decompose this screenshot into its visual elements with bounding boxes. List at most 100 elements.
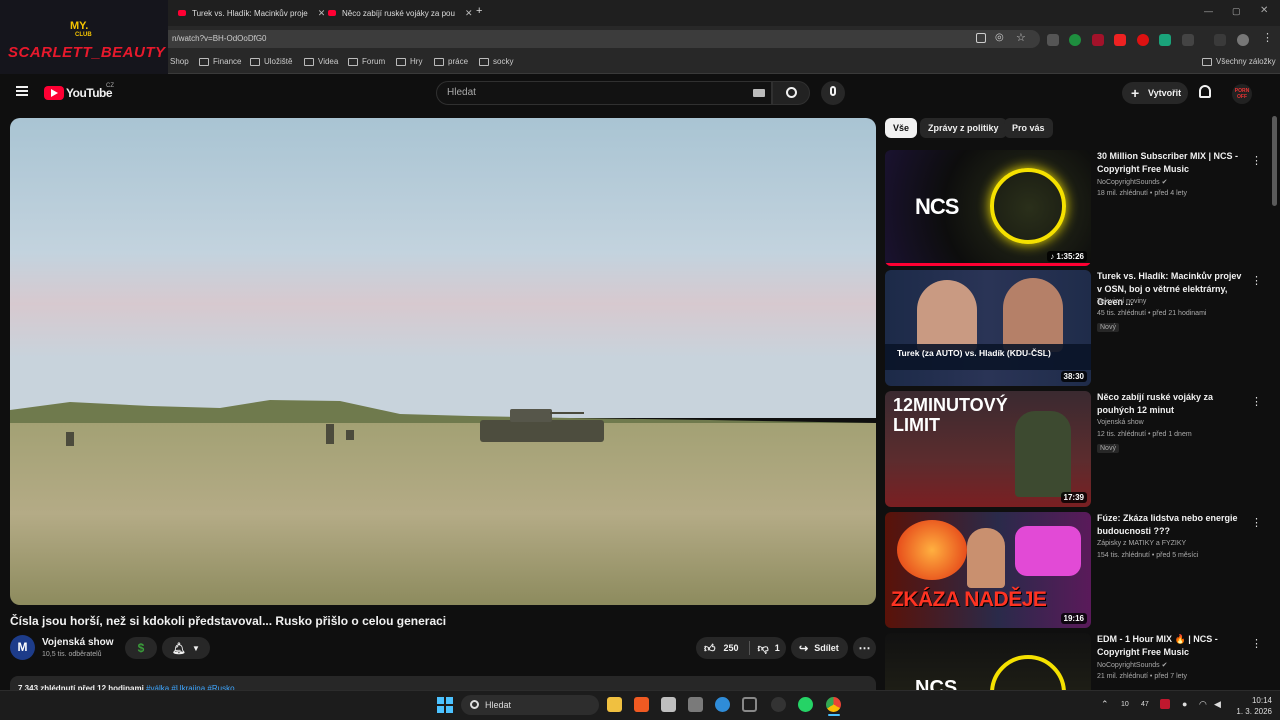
file-explorer-icon[interactable] (607, 697, 622, 712)
related-channel-name[interactable]: Vojenská show (1097, 419, 1144, 426)
microphone-icon[interactable]: ● (1182, 699, 1187, 709)
bookmark-finance[interactable]: Finance (199, 57, 241, 66)
channel-name[interactable]: Vojenská show (42, 637, 114, 648)
related-video[interactable]: ZKÁZA NADĚJE 19:16 Fúze: Zkáza lidstva n… (885, 512, 1270, 628)
like-icon[interactable]: 👍︎ (704, 642, 716, 655)
install-app-icon[interactable] (976, 33, 986, 43)
chrome-icon[interactable] (826, 697, 841, 712)
related-video-title[interactable]: EDM - 1 Hour MIX 🔥 | NCS - Copyright Fre… (1097, 633, 1247, 659)
subscribed-bell-button[interactable]: 🔔︎ ▼ (162, 637, 210, 659)
related-video[interactable]: NCS EDM - 1 Hour MIX 🔥 | NCS - Copyright… (885, 633, 1270, 690)
profile-avatar[interactable] (1237, 34, 1249, 46)
browser-tab[interactable]: Turek vs. Hladík: Macinkův proje ✕ (178, 4, 325, 22)
folder-icon (396, 57, 406, 66)
more-options-icon[interactable]: ⋮ (1251, 154, 1262, 167)
browser-menu-icon[interactable]: ⋮ (1262, 31, 1273, 44)
join-membership-button[interactable]: $ (125, 637, 157, 659)
minimize-icon[interactable]: — (1204, 6, 1213, 16)
extensions-puzzle-icon[interactable] (1182, 34, 1194, 46)
channel-avatar[interactable]: M (10, 635, 35, 660)
chip-for-you[interactable]: Pro vás (1004, 118, 1053, 138)
video-thumbnail[interactable]: ZKÁZA NADĚJE 19:16 (885, 512, 1091, 628)
bookmark-prace[interactable]: práce (434, 57, 468, 66)
app-icon[interactable] (688, 697, 703, 712)
close-tab-icon[interactable]: ✕ (465, 8, 473, 19)
volume-icon[interactable]: ◀ (1214, 699, 1221, 710)
new-tab-button[interactable]: + (476, 5, 482, 17)
extension-icon[interactable] (1092, 34, 1104, 46)
tray-app-icon[interactable] (1160, 699, 1170, 709)
more-options-icon[interactable]: ⋮ (1251, 637, 1262, 650)
youtube-logo-icon[interactable] (44, 86, 64, 100)
keyboard-icon[interactable] (753, 89, 765, 97)
brave-browser-icon[interactable] (634, 697, 649, 712)
more-actions-button[interactable]: ⋯ (853, 637, 876, 659)
bookmark-star-icon[interactable]: ☆ (1016, 31, 1026, 44)
clock[interactable]: 10:14 1. 3. 2026 (1236, 695, 1272, 717)
windows-start-icon[interactable] (437, 697, 453, 713)
explosion-graphic (897, 520, 967, 580)
maximize-icon[interactable]: ▢ (1232, 6, 1241, 17)
extension-icon[interactable] (1047, 34, 1059, 46)
extension-icon[interactable] (1114, 34, 1126, 46)
bookmark-shop[interactable]: Shop (170, 57, 189, 66)
related-video-title[interactable]: Něco zabíjí ruské vojáky za pouhých 12 m… (1097, 391, 1247, 417)
tray-chevron-up-icon[interactable]: ⌃ (1101, 699, 1109, 710)
create-button[interactable]: + Vytvořit (1122, 82, 1188, 104)
video-title: Čísla jsou horší, než si kdokoli předsta… (10, 614, 447, 628)
notifications-bell-icon[interactable] (1199, 85, 1211, 98)
related-channel-name[interactable]: NoCopyrightSounds ✔ (1097, 661, 1167, 669)
bookmark-forum[interactable]: Forum (348, 57, 385, 66)
search-input[interactable]: Hledat (436, 81, 772, 105)
browser-tab-active[interactable]: Něco zabíjí ruské vojáky za pou ✕ (328, 4, 473, 22)
dislike-icon[interactable]: 👎︎ (758, 642, 769, 655)
wifi-icon[interactable]: ◠ (1199, 699, 1207, 710)
bookmark-hry[interactable]: Hry (396, 57, 422, 66)
related-video-title[interactable]: 30 Million Subscriber MIX | NCS - Copyri… (1097, 150, 1247, 176)
bookmark-uloziste[interactable]: Uložiště (250, 57, 292, 66)
bookmark-videa[interactable]: Videa (304, 57, 338, 66)
related-channel-name[interactable]: Televizní noviny (1097, 298, 1146, 305)
related-video-meta: 21 mil. zhlédnutí • před 7 lety (1097, 673, 1187, 680)
video-thumbnail[interactable]: Turek (za AUTO) vs. Hladík (KDU-ČSL) 38:… (885, 270, 1091, 386)
extension-icon[interactable] (1137, 34, 1149, 46)
url-field[interactable]: n/watch?v=BH-OdOoDfG0 (120, 30, 1040, 48)
search-button[interactable] (772, 81, 810, 105)
extension-icon[interactable] (1069, 34, 1081, 46)
video-player[interactable] (10, 118, 876, 605)
video-thumbnail[interactable]: 12MINUTOVÝ LIMIT 17:39 (885, 391, 1091, 507)
close-window-icon[interactable]: ✕ (1260, 5, 1268, 16)
more-options-icon[interactable]: ⋮ (1251, 395, 1262, 408)
more-options-icon[interactable]: ⋮ (1251, 516, 1262, 529)
related-channel-name[interactable]: Zápisky z MATIKY a FYZIKY (1097, 540, 1186, 547)
related-channel-name[interactable]: NoCopyrightSounds ✔ (1097, 178, 1167, 186)
terminal-icon[interactable] (742, 697, 757, 712)
like-count[interactable]: 250 (724, 643, 739, 653)
chip-all[interactable]: Vše (885, 118, 918, 138)
related-video[interactable]: 12MINUTOVÝ LIMIT 17:39 Něco zabíjí ruské… (885, 391, 1270, 507)
edge-browser-icon[interactable] (715, 697, 730, 712)
account-avatar[interactable]: PORN OFF (1232, 84, 1252, 104)
video-thumbnail[interactable]: NCS (885, 633, 1091, 690)
video-thumbnail[interactable]: NCS ♪ 1:35:26 (885, 150, 1091, 266)
chip-politics-news[interactable]: Zprávy z politiky (920, 118, 1007, 138)
all-bookmarks[interactable]: Všechny záložky (1202, 57, 1276, 66)
extension-icon[interactable] (1159, 34, 1171, 46)
voice-search-button[interactable] (821, 81, 845, 105)
tab-search-icon[interactable] (1214, 34, 1226, 46)
hamburger-menu-icon[interactable] (16, 86, 28, 88)
taskbar-search[interactable]: Hledat (461, 695, 599, 715)
related-video[interactable]: NCS ♪ 1:35:26 30 Million Subscriber MIX … (885, 150, 1270, 266)
obs-studio-icon[interactable] (771, 697, 786, 712)
calculator-icon[interactable] (661, 697, 676, 712)
related-video[interactable]: Turek (za AUTO) vs. Hladík (KDU-ČSL) 38:… (885, 270, 1270, 386)
close-tab-icon[interactable]: ✕ (318, 8, 326, 19)
eye-off-icon[interactable]: ◎ (995, 32, 1004, 43)
bookmark-socky[interactable]: socky (479, 57, 513, 66)
whatsapp-icon[interactable] (798, 697, 813, 712)
page-scrollbar[interactable] (1272, 116, 1277, 206)
share-button[interactable]: ↪ Sdílet (791, 637, 848, 659)
related-video-title[interactable]: Fúze: Zkáza lidstva nebo energie budoucn… (1097, 512, 1247, 538)
more-options-icon[interactable]: ⋮ (1251, 274, 1262, 287)
dislike-count[interactable]: 1 (775, 643, 780, 653)
